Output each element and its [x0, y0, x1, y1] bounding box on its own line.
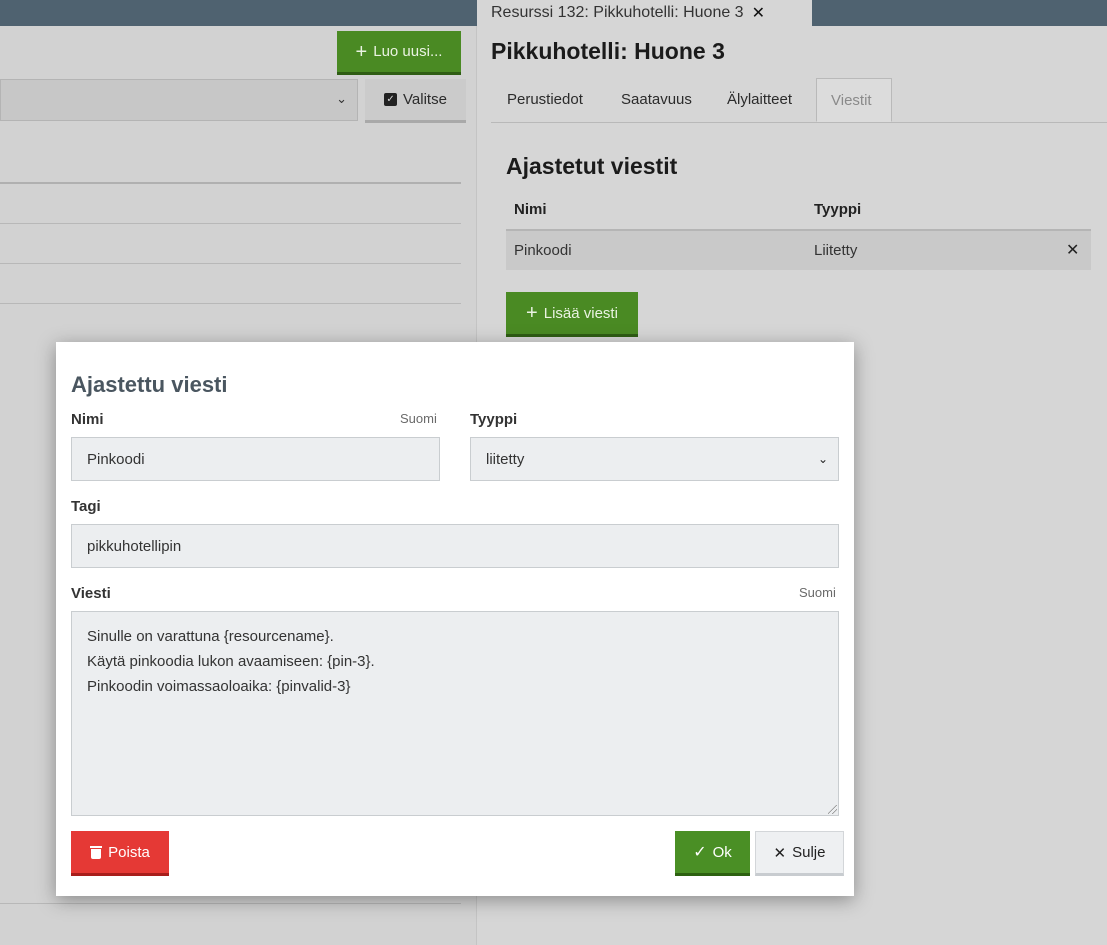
select-label: Valitse [403, 91, 447, 108]
name-language[interactable]: Suomi [400, 411, 437, 426]
list-row-line [0, 223, 461, 224]
type-label: Tyyppi [470, 411, 518, 428]
tag-label: Tagi [71, 498, 101, 515]
resource-tab[interactable]: Resurssi 132: Pikkuhotelli: Huone 3 ✕ [477, 0, 812, 26]
checkbox-icon: ✓ [384, 93, 398, 106]
resource-tabs: Perustiedot Saatavuus Älylaitteet Viesti… [491, 78, 1107, 123]
list-divider [0, 182, 461, 184]
dialog-title: Ajastettu viesti [71, 372, 228, 397]
message-label: Viesti [71, 585, 111, 602]
select-button[interactable]: ✓ Valitse [365, 79, 466, 123]
resize-handle[interactable] [828, 805, 837, 814]
type-select[interactable]: liitetty ⌄ [470, 437, 839, 481]
ok-label: Ok [712, 843, 732, 861]
tab-perustiedot[interactable]: Perustiedot [507, 78, 583, 122]
resource-tab-label: Resurssi 132: Pikkuhotelli: Huone 3 [491, 4, 744, 21]
message-textarea[interactable]: Sinulle on varattuna {resourcename}. Käy… [71, 611, 839, 816]
table-row[interactable]: Pinkoodi Liitetty ✕ [506, 231, 1091, 270]
plus-icon: + [355, 40, 368, 63]
check-icon: ✓ [693, 844, 707, 861]
delete-button[interactable]: Poista [71, 831, 169, 876]
tab-saatavuus[interactable]: Saatavuus [621, 78, 692, 122]
tab-alylaitteet[interactable]: Älylaitteet [727, 78, 792, 122]
list-row-line [0, 903, 461, 904]
messages-title: Ajastetut viestit [506, 153, 678, 179]
page-title: Pikkuhotelli: Huone 3 [491, 38, 725, 64]
close-button[interactable]: ✕ Sulje [755, 831, 844, 876]
type-select-value: liitetty [486, 450, 525, 468]
close-label: Sulje [792, 844, 826, 861]
column-header-type: Tyyppi [814, 201, 862, 218]
scheduled-message-dialog: Ajastettu viesti Nimi Suomi Pinkoodi Tyy… [56, 342, 854, 896]
add-message-button[interactable]: + Lisää viesti [506, 292, 638, 337]
tag-field[interactable]: pikkuhotellipin [71, 524, 839, 568]
row-name: Pinkoodi [514, 242, 572, 259]
create-new-label: Luo uusi... [373, 43, 443, 60]
message-language[interactable]: Suomi [799, 585, 836, 600]
list-row-line [0, 263, 461, 264]
create-new-button[interactable]: + Luo uusi... [337, 31, 461, 75]
resource-select[interactable]: ⌄ [0, 79, 358, 121]
close-icon: ✕ [773, 844, 787, 862]
chevron-down-icon: ⌄ [817, 452, 828, 466]
tab-viestit[interactable]: Viestit [816, 78, 892, 122]
message-line: Sinulle on varattuna {resourcename}. [87, 628, 334, 645]
column-header-name: Nimi [514, 201, 547, 218]
ok-button[interactable]: ✓ Ok [675, 831, 750, 876]
close-icon[interactable]: ✕ [1066, 240, 1079, 260]
message-line: Käytä pinkoodia lukon avaamiseen: {pin-3… [87, 653, 375, 670]
list-row-line [0, 303, 461, 304]
delete-label: Poista [108, 843, 150, 861]
message-line: Pinkoodin voimassaoloaika: {pinvalid-3} [87, 678, 351, 695]
row-type: Liitetty [814, 242, 858, 259]
name-label: Nimi [71, 411, 104, 428]
name-field[interactable]: Pinkoodi [71, 437, 440, 481]
close-icon[interactable]: ✕ [752, 3, 765, 23]
trash-icon [90, 845, 103, 859]
plus-icon: + [526, 302, 538, 324]
add-message-label: Lisää viesti [543, 304, 618, 322]
chevron-down-icon: ⌄ [336, 91, 347, 106]
